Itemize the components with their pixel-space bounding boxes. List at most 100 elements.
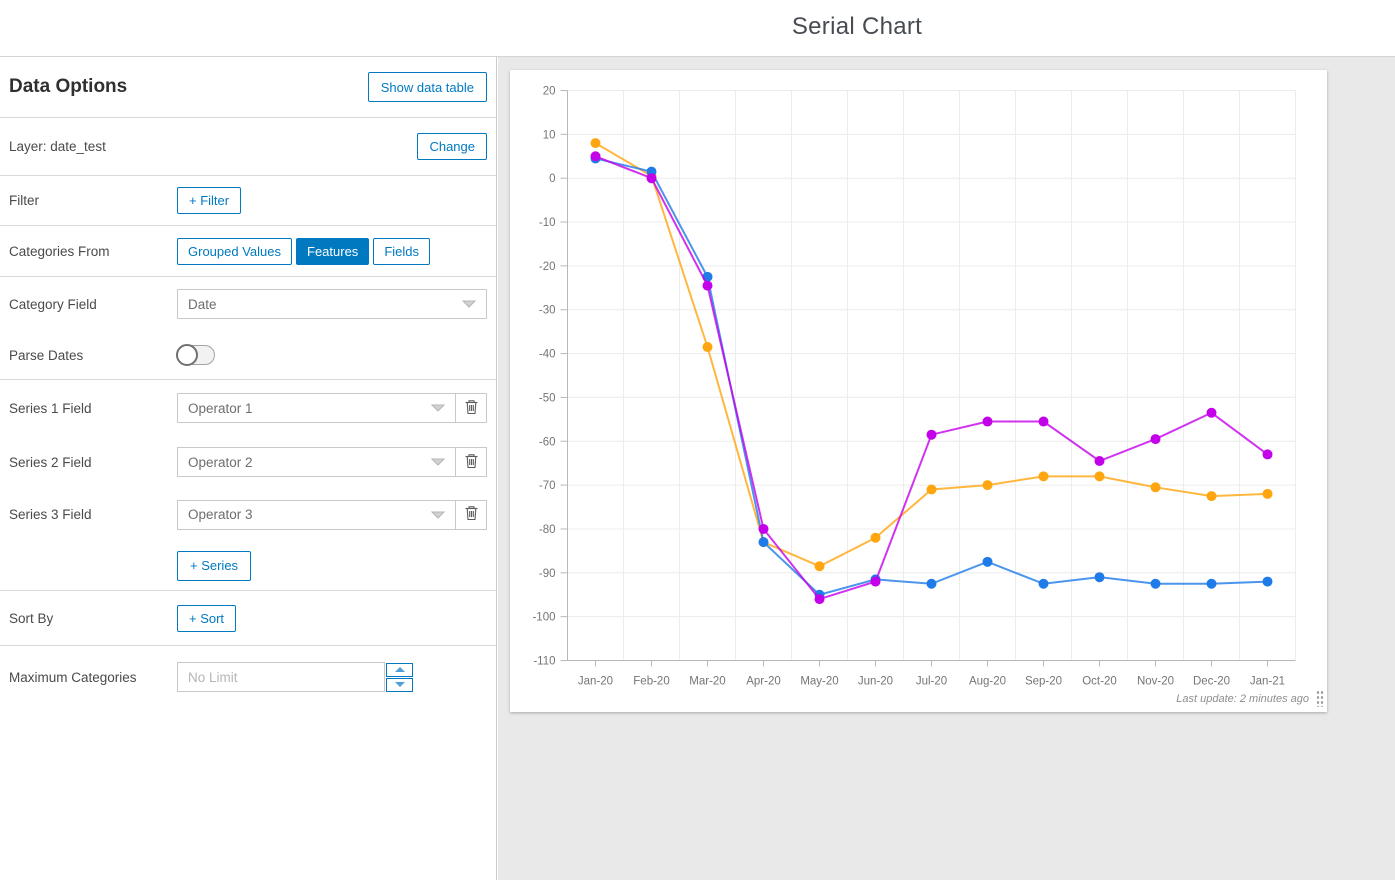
category-field-label: Category Field [9,297,177,312]
categories-from-features-button[interactable]: Features [296,238,369,265]
chart-point[interactable] [1263,577,1273,587]
stepper-up-button[interactable] [386,663,413,677]
x-axis-label: Aug-20 [969,676,1006,688]
chart-point[interactable] [815,561,825,571]
chart-point[interactable] [927,430,937,440]
layer-row: Layer: date_test Change [0,118,496,176]
trash-icon [464,453,479,472]
chart-point[interactable] [759,537,769,547]
chart-point[interactable] [1039,471,1049,481]
chart-point[interactable] [871,577,881,587]
chart-point[interactable] [1263,449,1273,459]
add-filter-button[interactable]: + Filter [177,187,241,214]
y-axis-label: 20 [543,86,556,98]
chart-line-operator-3 [596,156,1268,599]
maximum-categories-input[interactable] [177,662,385,692]
serial-chart-config-page: Serial Chart Data Options Show data tabl… [0,0,1395,880]
data-options-panel: Data Options Show data table Layer: date… [0,57,497,880]
category-field-value: Date [178,297,462,312]
series-3-delete-button[interactable] [456,500,487,530]
trash-icon [464,505,479,524]
serial-chart[interactable]: 20100-10-20-30-40-50-60-70-80-90-100-110… [510,70,1327,690]
parse-dates-toggle[interactable] [177,345,215,365]
chart-point[interactable] [759,524,769,534]
series-1-delete-button[interactable] [456,393,487,423]
chart-point[interactable] [815,594,825,604]
chart-point[interactable] [1207,491,1217,501]
x-axis-label: Dec-20 [1193,676,1230,688]
categories-from-grouped-values-button[interactable]: Grouped Values [177,238,292,265]
y-axis-label: -90 [539,568,556,580]
trash-icon [464,399,479,418]
category-field-dropdown[interactable]: Date [177,289,487,319]
categories-from-fields-button[interactable]: Fields [373,238,430,265]
y-axis-label: -70 [539,480,556,492]
resize-grip-icon[interactable] [1316,690,1324,707]
show-data-table-button[interactable]: Show data table [368,72,487,102]
chart-point[interactable] [1263,489,1273,499]
chart-point[interactable] [1095,572,1105,582]
series-3-value: Operator 3 [178,507,431,522]
x-axis-label: Jun-20 [858,676,893,688]
title-bar: Serial Chart [0,0,1395,57]
chart-workspace: 20100-10-20-30-40-50-60-70-80-90-100-110… [498,57,1395,880]
layer-label: Layer: date_test [9,139,106,154]
chart-point[interactable] [1151,434,1161,444]
page-title: Serial Chart [792,13,922,41]
chart-point[interactable] [983,480,993,490]
chart-point[interactable] [1151,579,1161,589]
x-axis-label: Jan-20 [578,676,613,688]
chart-point[interactable] [1207,579,1217,589]
change-layer-button[interactable]: Change [417,133,487,160]
series-1-dropdown[interactable]: Operator 1 [177,393,456,423]
series-1-label: Series 1 Field [9,401,177,416]
chart-point[interactable] [983,557,993,567]
y-axis-label: -20 [539,261,556,273]
categories-from-row: Categories From Grouped Values Features … [0,226,496,277]
triangle-down-icon [395,682,405,687]
chart-point[interactable] [871,533,881,543]
panel-title: Data Options [9,76,127,98]
series-3-dropdown[interactable]: Operator 3 [177,500,456,530]
maximum-categories-label: Maximum Categories [9,670,177,685]
chart-point[interactable] [927,579,937,589]
chart-point[interactable] [1095,471,1105,481]
chart-point[interactable] [1151,482,1161,492]
chart-point[interactable] [647,173,657,183]
filter-row: Filter + Filter [0,176,496,226]
chevron-down-icon [431,404,445,412]
y-axis-label: -80 [539,524,556,536]
chart-point[interactable] [703,342,713,352]
series-2-delete-button[interactable] [456,447,487,477]
parse-dates-label: Parse Dates [9,348,177,363]
chart-point[interactable] [1207,408,1217,418]
chart-point[interactable] [703,281,713,291]
chart-point[interactable] [591,151,601,161]
category-field-row: Category Field Date [0,277,496,331]
add-series-button[interactable]: + Series [177,551,251,581]
y-axis-label: 0 [549,173,555,185]
x-axis-label: Jan-21 [1250,676,1285,688]
x-axis-label: Jul-20 [916,676,947,688]
triangle-up-icon [395,667,405,672]
chart-point[interactable] [1095,456,1105,466]
series-2-value: Operator 2 [178,455,431,470]
x-axis-label: Feb-20 [633,676,669,688]
x-axis-label: Sep-20 [1025,676,1062,688]
last-update-text: Last update: 2 minutes ago [1176,693,1309,705]
chart-point[interactable] [591,138,601,148]
y-axis-label: -10 [539,217,556,229]
stepper-down-button[interactable] [386,678,413,692]
parse-dates-row: Parse Dates [0,331,496,380]
chevron-down-icon [431,458,445,466]
add-sort-button[interactable]: + Sort [177,605,236,632]
chart-point[interactable] [927,485,937,495]
series-2-label: Series 2 Field [9,455,177,470]
toggle-knob [176,344,198,366]
y-axis-label: -50 [539,392,556,404]
chart-point[interactable] [1039,579,1049,589]
chart-point[interactable] [983,417,993,427]
series-2-dropdown[interactable]: Operator 2 [177,447,456,477]
chart-point[interactable] [1039,417,1049,427]
chevron-down-icon [431,511,445,519]
